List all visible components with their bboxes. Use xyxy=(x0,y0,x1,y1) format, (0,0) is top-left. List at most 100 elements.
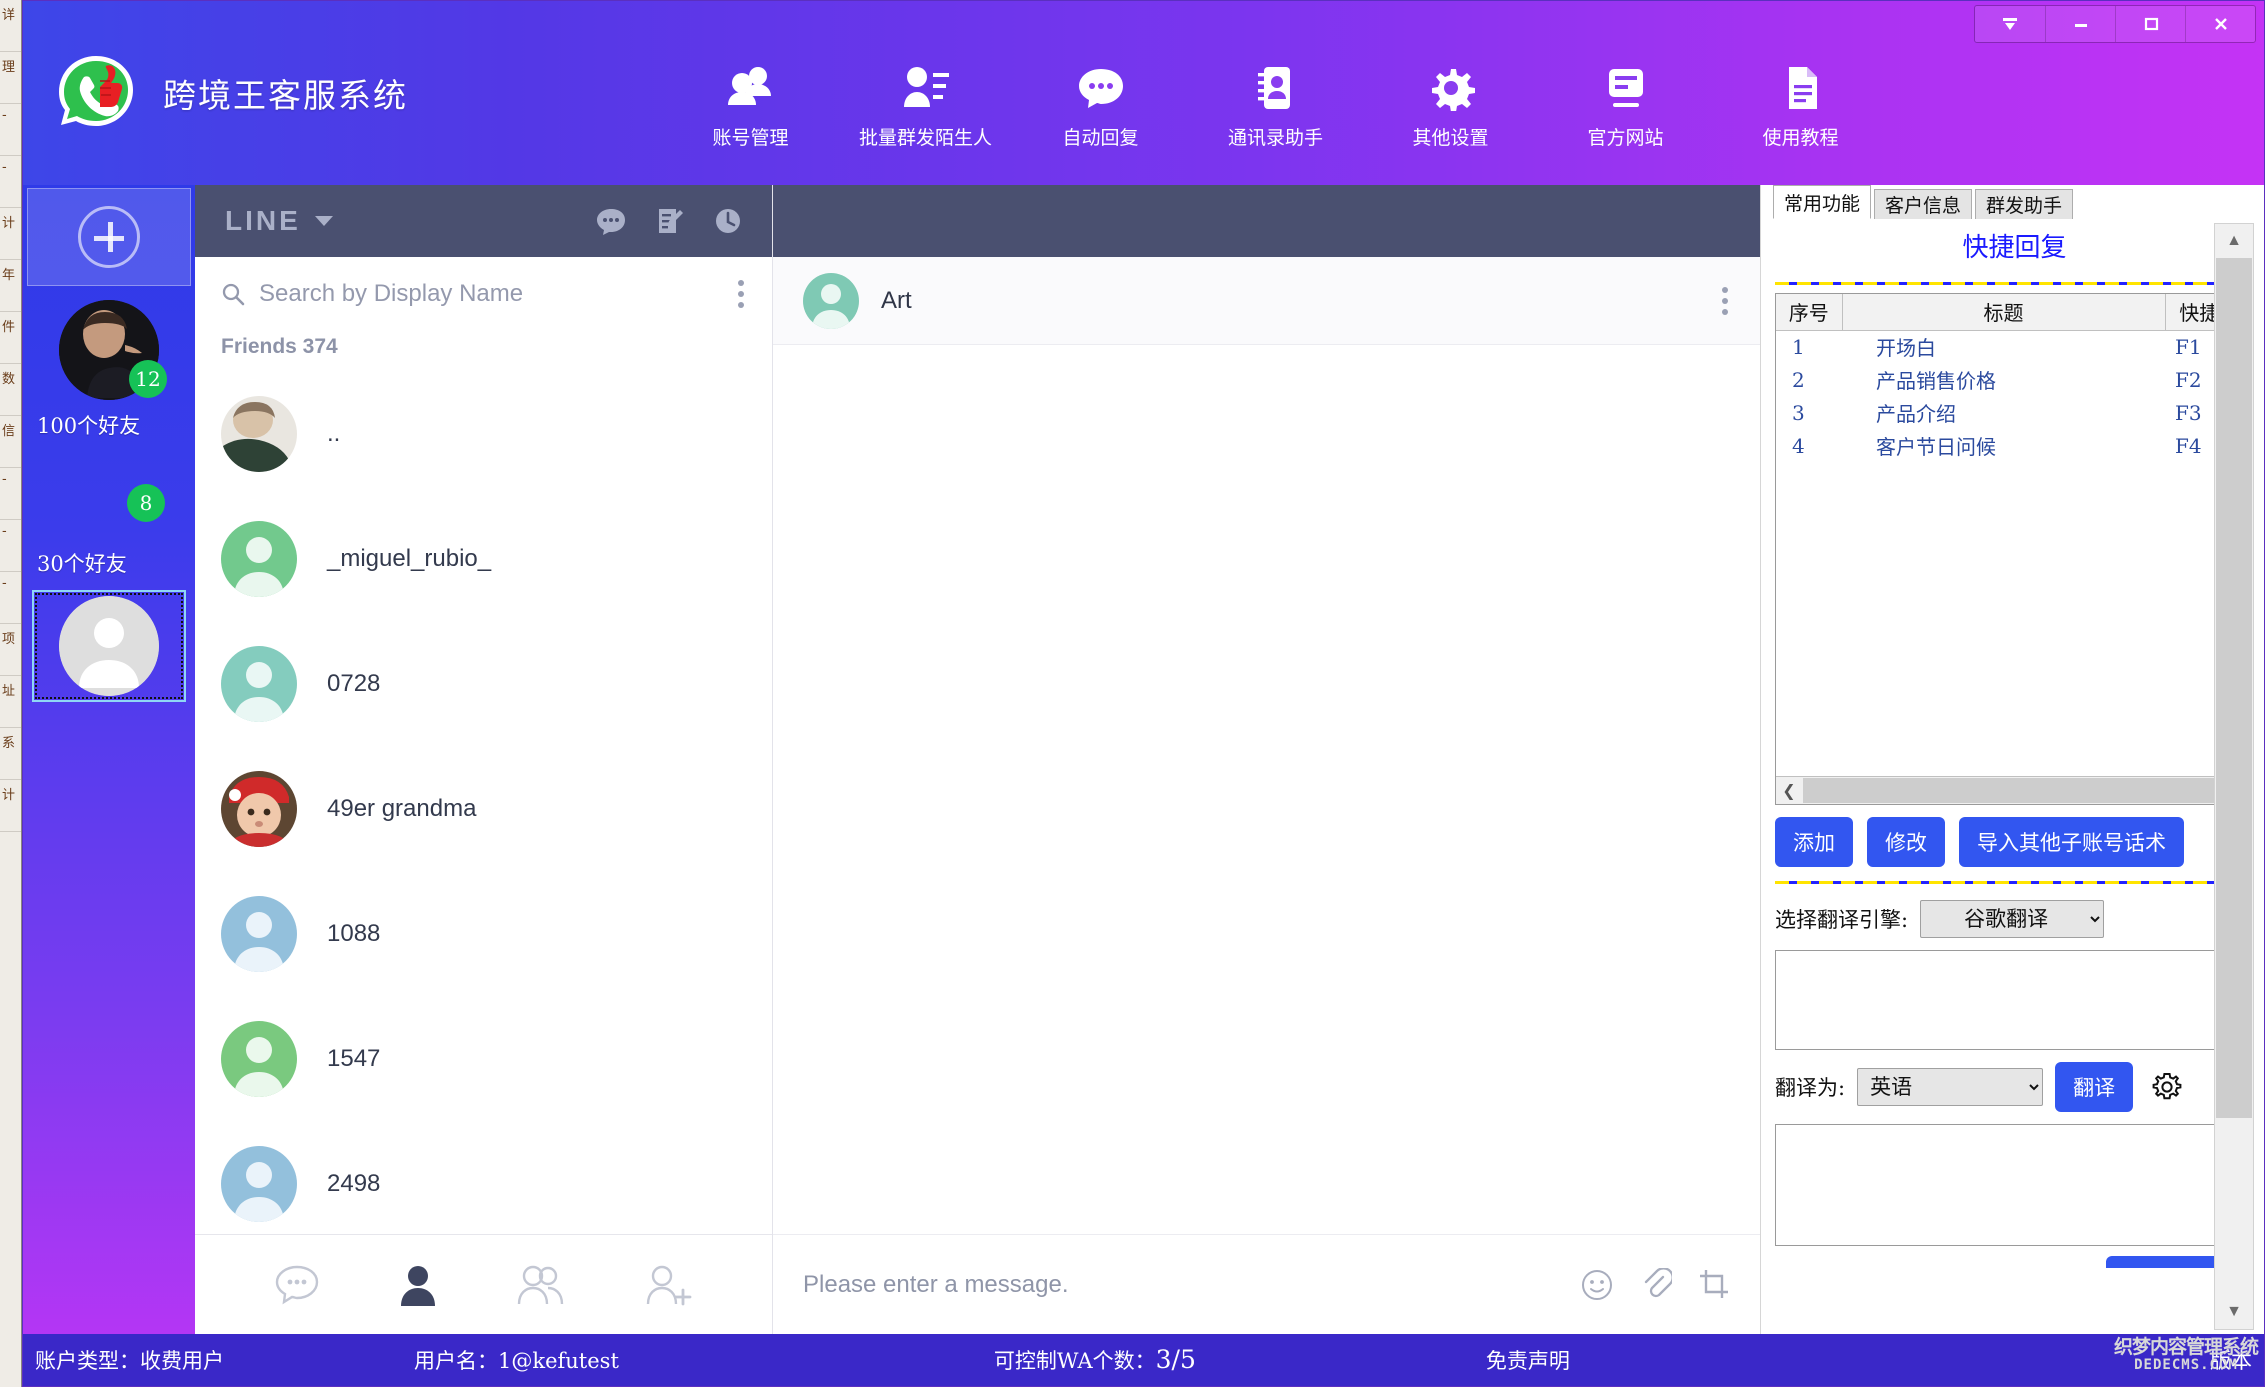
contact-name: _miguel_rubio_ xyxy=(327,544,492,572)
table-row[interactable]: 1 开场白 F1 xyxy=(1776,330,2253,363)
contact-row[interactable]: 0728 xyxy=(195,621,772,746)
table-row[interactable]: 2 产品销售价格 F2 xyxy=(1776,363,2253,396)
tab-common-functions[interactable]: 常用功能 xyxy=(1773,185,1872,219)
background-window-sliver: 详理--计年件数信---项址系计 xyxy=(0,0,22,1387)
background-window-row: - xyxy=(0,468,21,520)
platform-bar: LINE xyxy=(195,185,772,257)
people-group-icon[interactable] xyxy=(515,1264,567,1306)
avatar xyxy=(221,1145,297,1222)
more-vertical-icon[interactable] xyxy=(738,280,746,308)
crop-screenshot-icon[interactable] xyxy=(1698,1268,1730,1302)
unread-badge: 12 xyxy=(129,360,167,398)
tab-bulk-assistant[interactable]: 群发助手 xyxy=(1975,189,2074,219)
divider xyxy=(1775,881,2254,884)
chevron-down-icon[interactable] xyxy=(314,216,333,226)
maximize-button[interactable] xyxy=(2115,6,2185,42)
clock-history-icon[interactable] xyxy=(714,207,742,235)
chat-bubble-dots-icon xyxy=(1075,59,1127,117)
nav-item-auto-reply[interactable]: 自动回复 xyxy=(1013,59,1188,150)
message-input-row[interactable]: Please enter a message. xyxy=(773,1234,1760,1334)
add-button[interactable]: 添加 xyxy=(1775,817,1853,867)
chevron-up-icon[interactable]: ▲ xyxy=(2215,224,2253,258)
nav-item-official-website[interactable]: 官方网站 xyxy=(1538,59,1713,150)
nav-item-contacts-assistant[interactable]: 通讯录助手 xyxy=(1188,59,1363,150)
table-horizontal-scrollbar[interactable]: ❮ ❯ xyxy=(1776,776,2253,804)
contact-row[interactable]: 49er grandma xyxy=(195,746,772,871)
attachment-clip-icon[interactable] xyxy=(1640,1267,1672,1302)
avatar-wrap: 8 xyxy=(59,452,165,538)
translate-to-select[interactable]: 英语 xyxy=(1857,1068,2044,1106)
person-silhouette-icon xyxy=(812,283,850,329)
quick-reply-table: 序号 标题 快捷键 1 开场白 F1 2 产品销售价格 F2 3 产品介绍 F3… xyxy=(1775,293,2254,805)
contact-row[interactable]: 2498 xyxy=(195,1121,772,1234)
compose-note-icon[interactable] xyxy=(656,207,684,235)
gear-outline-icon[interactable] xyxy=(2151,1071,2183,1103)
account-item[interactable]: 12 100个好友 xyxy=(23,292,195,440)
emoji-icon[interactable] xyxy=(1580,1268,1614,1302)
minimize-button[interactable] xyxy=(2045,6,2115,42)
wa-count-value: 3/5 xyxy=(1155,1345,1196,1374)
contact-row[interactable]: .. xyxy=(195,371,772,496)
background-window-row: - xyxy=(0,156,21,208)
disclaimer-link[interactable]: 免责声明 xyxy=(1486,1345,1570,1375)
col-title: 标题 xyxy=(1842,294,2166,331)
platform-bar-icons xyxy=(596,207,742,235)
chat-bubble-dots-icon[interactable] xyxy=(596,207,626,235)
nav-item-bulk-send-strangers[interactable]: 批量群发陌生人 xyxy=(838,59,1013,150)
background-window-row: 数 xyxy=(0,364,21,416)
search-input[interactable]: Search by Display Name xyxy=(259,280,523,308)
account-item[interactable]: 8 30个好友 xyxy=(23,444,195,578)
translate-engine-label: 选择翻译引擎: xyxy=(1775,908,1909,932)
contact-name: 1547 xyxy=(327,1044,381,1072)
scrollbar-thumb[interactable] xyxy=(2216,258,2252,1118)
translate-engine-select[interactable]: 谷歌翻译 xyxy=(1920,900,2105,938)
minimize-icon xyxy=(2074,24,2087,27)
right-panel-vertical-scrollbar[interactable]: ▲ ▼ xyxy=(2214,223,2254,1330)
nav-item-other-settings[interactable]: 其他设置 xyxy=(1363,59,1538,150)
message-input[interactable]: Please enter a message. xyxy=(803,1271,1069,1299)
translate-button[interactable]: 翻译 xyxy=(2055,1062,2134,1112)
account-rail: 12 100个好友 8 30个好友 xyxy=(23,185,195,1334)
contact-row[interactable]: 1547 xyxy=(195,996,772,1121)
chevron-down-icon[interactable]: ▼ xyxy=(2215,1295,2253,1329)
contact-row[interactable]: _miguel_rubio_ xyxy=(195,496,772,621)
add-account-button[interactable] xyxy=(27,188,191,286)
nav-item-account-management[interactable]: 账号管理 xyxy=(663,59,838,150)
tab-customer-info[interactable]: 客户信息 xyxy=(1874,189,1973,219)
chat-message-area xyxy=(773,345,1760,1234)
translation-result-box[interactable] xyxy=(1775,1124,2254,1246)
nav-label: 批量群发陌生人 xyxy=(858,127,992,149)
person-plus-icon[interactable] xyxy=(645,1264,693,1306)
source-text-box[interactable] xyxy=(1775,950,2254,1050)
chat-bubble-dots-icon[interactable] xyxy=(274,1264,320,1306)
table-row[interactable]: 4 客户节日问候 F4 xyxy=(1776,429,2253,462)
more-vertical-icon[interactable] xyxy=(1722,286,1730,315)
nav-item-usage-tutorial[interactable]: 使用教程 xyxy=(1713,59,1888,150)
nav-label: 自动回复 xyxy=(1062,127,1139,149)
chevron-left-icon[interactable]: ❮ xyxy=(1776,777,1802,804)
search-row[interactable]: Search by Display Name xyxy=(195,257,772,331)
cell-title: 客户节日问候 xyxy=(1876,435,1996,459)
version-text: 版本 xyxy=(2210,1349,2252,1373)
account-name: 30个好友 xyxy=(37,552,127,576)
platform-name[interactable]: LINE xyxy=(225,205,301,237)
background-window-row: 理 xyxy=(0,52,21,104)
collapse-button[interactable] xyxy=(1975,6,2045,42)
scrollbar-thumb[interactable] xyxy=(1803,778,2226,803)
input-icons xyxy=(1580,1267,1730,1302)
main-body: 12 100个好友 8 30个好友 LINE Search by Display… xyxy=(23,185,2264,1334)
import-other-subaccount-button[interactable]: 导入其他子账号话术 xyxy=(1959,817,2184,867)
close-button[interactable] xyxy=(2185,6,2255,42)
scrollbar-track[interactable] xyxy=(2215,1118,2253,1295)
right-panel: 常用功能 客户信息 群发助手 快捷回复 序号 标题 快捷键 1 开场白 F1 2… xyxy=(1760,185,2264,1334)
tab-label: 客户信息 xyxy=(1885,195,1962,217)
close-icon xyxy=(2214,18,2227,30)
account-item-selected[interactable] xyxy=(23,588,195,702)
person-filled-icon[interactable] xyxy=(398,1264,438,1306)
edit-button[interactable]: 修改 xyxy=(1867,817,1945,867)
users-group-icon xyxy=(725,59,777,117)
table-row[interactable]: 3 产品介绍 F3 xyxy=(1776,396,2253,429)
chat-header: Art xyxy=(773,257,1760,345)
col-index: 序号 xyxy=(1776,294,1843,331)
contact-row[interactable]: 1088 xyxy=(195,871,772,996)
